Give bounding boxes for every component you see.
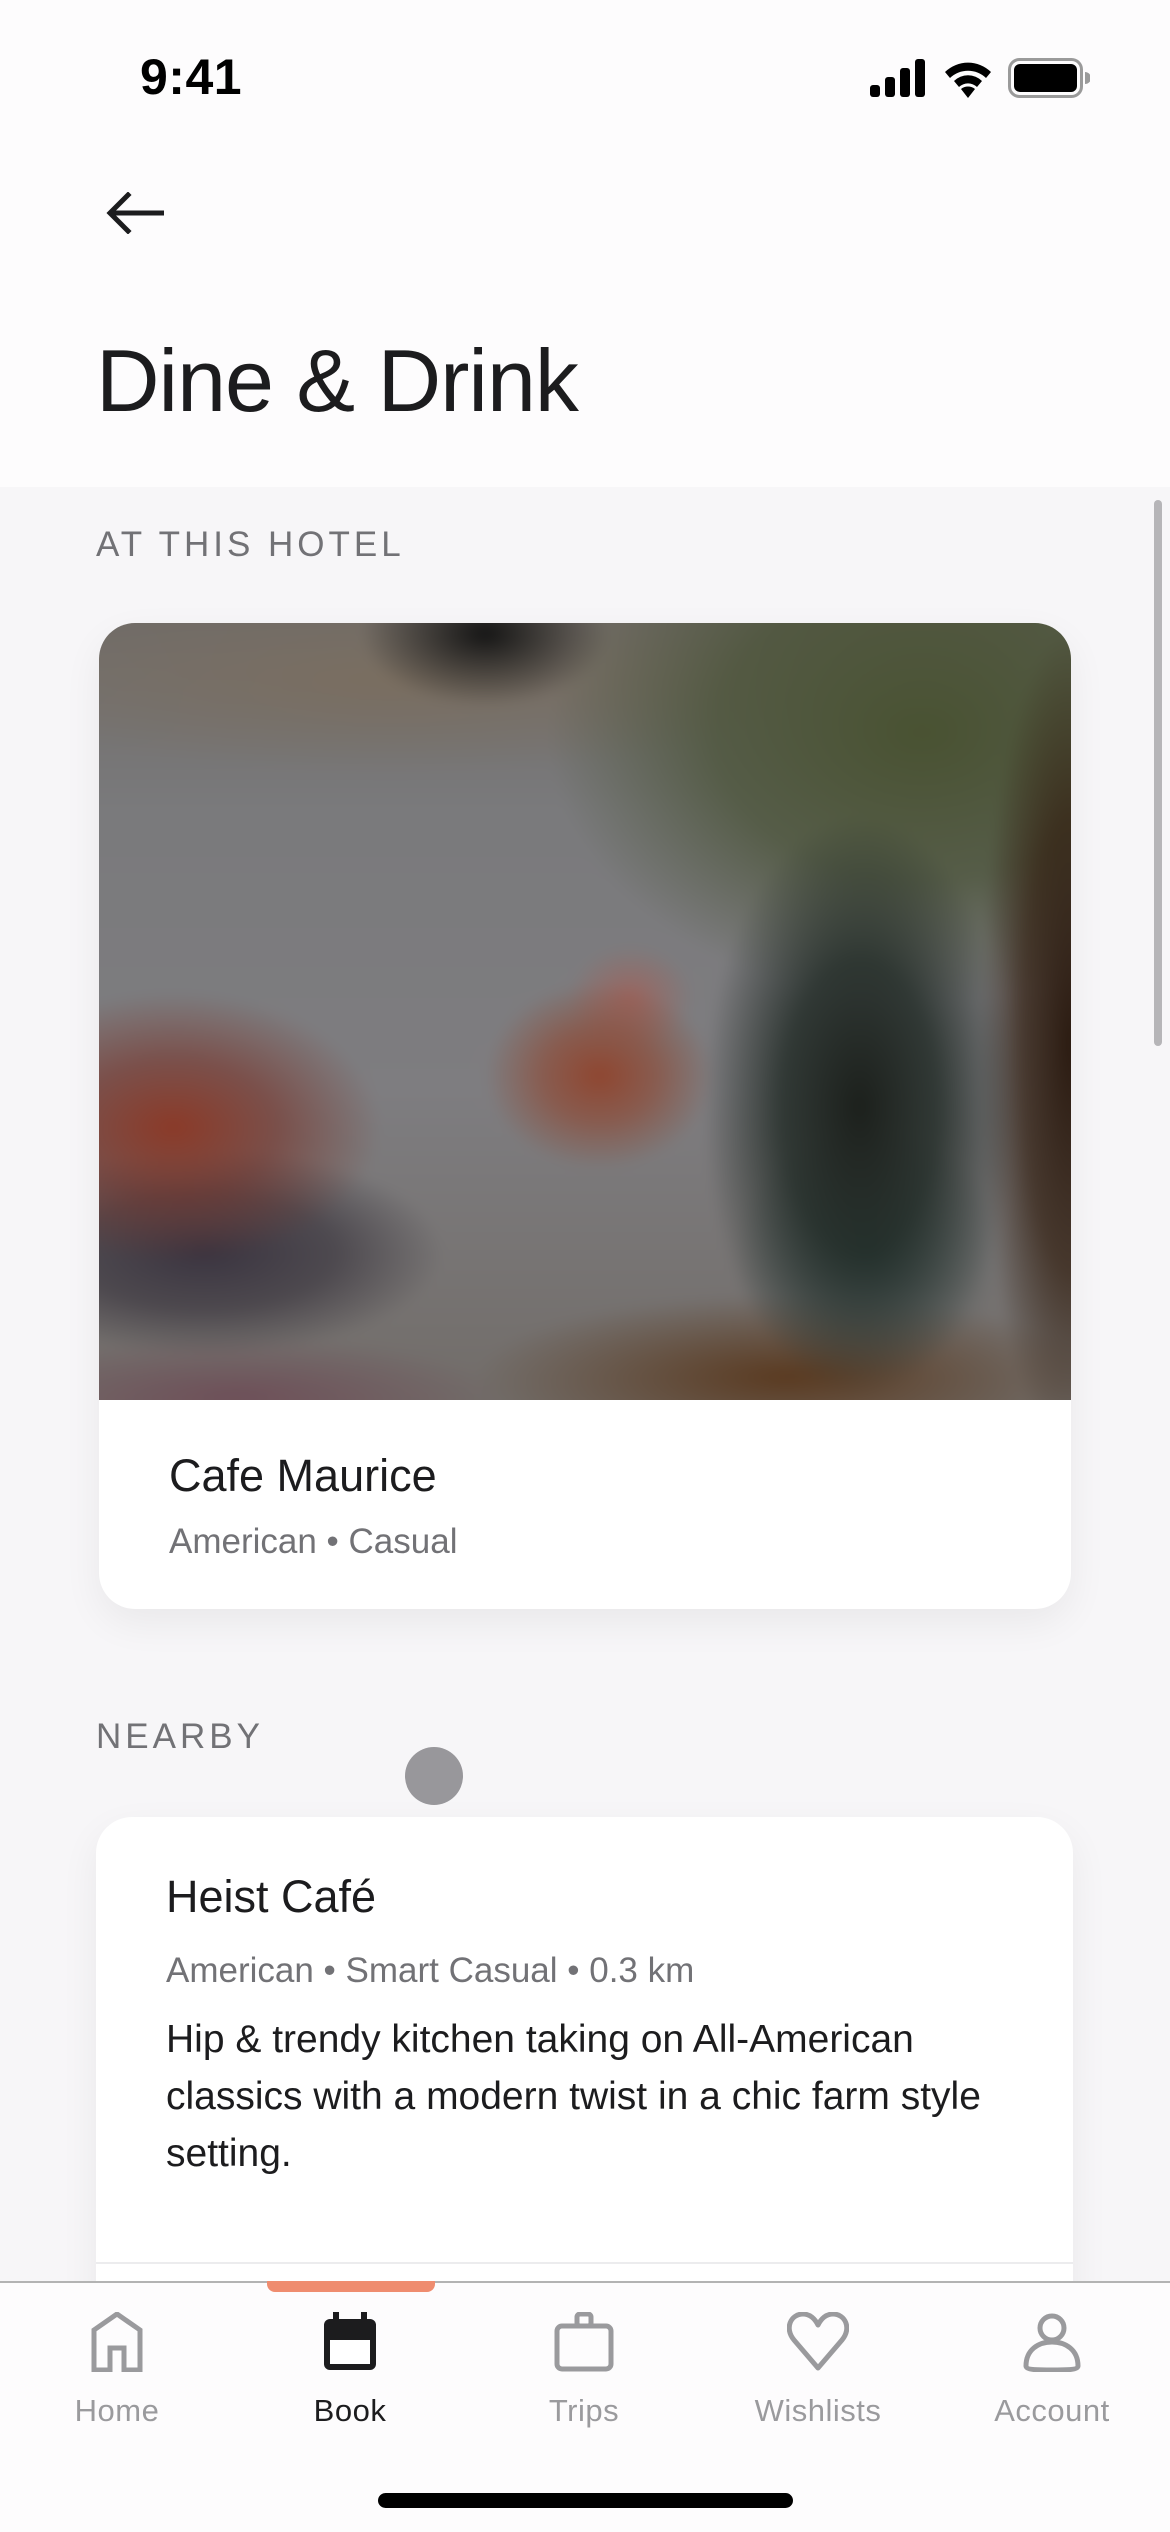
- restaurant-photo: [99, 623, 1071, 1400]
- tab-account[interactable]: Account: [935, 2283, 1169, 2433]
- calendar-icon: [322, 2309, 378, 2375]
- status-bar: 9:41: [0, 0, 1170, 150]
- restaurant-card-heist-cafe[interactable]: Heist Café American • Smart Casual • 0.3…: [96, 1817, 1073, 2282]
- wifi-icon: [942, 58, 994, 103]
- restaurant-card-cafe-maurice[interactable]: Cafe Maurice American • Casual: [99, 623, 1071, 1609]
- restaurant-name: Cafe Maurice: [169, 1450, 437, 1501]
- arrow-left-icon: [106, 190, 165, 239]
- tab-home[interactable]: Home: [0, 2283, 234, 2433]
- tab-book[interactable]: Book: [233, 2283, 467, 2433]
- back-button[interactable]: [100, 180, 170, 250]
- cellular-signal-icon: [870, 59, 928, 102]
- content-scroll-area[interactable]: AT THIS HOTEL Cafe Maurice American • Ca…: [0, 487, 1170, 2282]
- tab-label: Trips: [548, 2393, 620, 2428]
- tab-label: Book: [313, 2393, 387, 2428]
- person-icon: [1022, 2309, 1082, 2375]
- touch-indicator: [405, 1747, 463, 1805]
- tab-trips[interactable]: Trips: [467, 2283, 701, 2433]
- tab-label: Home: [74, 2393, 160, 2428]
- battery-icon: [1008, 58, 1091, 103]
- status-icons: [870, 58, 1091, 103]
- section-label-nearby: NEARBY: [96, 1717, 264, 1756]
- tab-label: Wishlists: [754, 2393, 882, 2428]
- restaurant-description: Hip & trendy kitchen taking on All-Ameri…: [166, 2018, 981, 2175]
- restaurant-name: Heist Café: [166, 1871, 377, 1922]
- card-divider: [96, 2262, 1073, 2264]
- tab-wishlists[interactable]: Wishlists: [701, 2283, 935, 2433]
- suitcase-icon: [554, 2309, 614, 2375]
- restaurant-meta: American • Smart Casual • 0.3 km: [166, 1951, 695, 1990]
- home-icon: [91, 2309, 143, 2375]
- section-label-at-this-hotel: AT THIS HOTEL: [96, 525, 405, 564]
- status-time: 9:41: [140, 49, 243, 105]
- restaurant-meta: American • Casual: [169, 1522, 458, 1561]
- heart-icon: [787, 2309, 849, 2375]
- tab-label: Account: [994, 2393, 1110, 2428]
- scrollbar[interactable]: [1154, 500, 1162, 1046]
- home-indicator[interactable]: [378, 2493, 793, 2508]
- page-title: Dine & Drink: [96, 331, 579, 430]
